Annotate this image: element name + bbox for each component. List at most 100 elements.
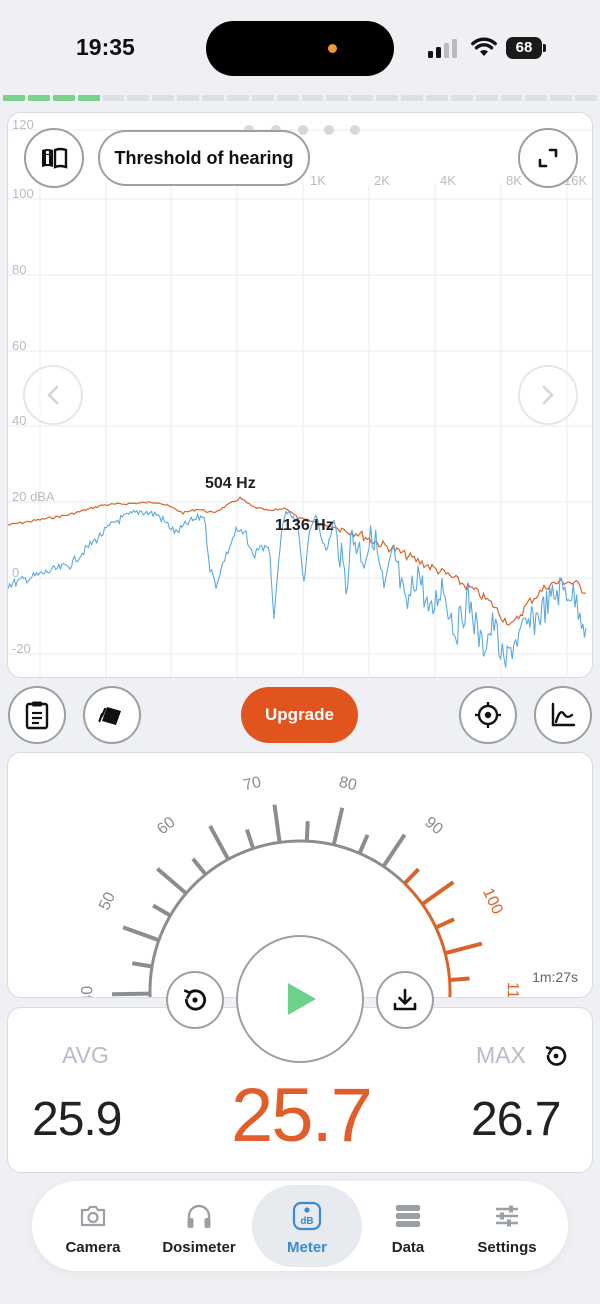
page-dot[interactable] [324,125,334,135]
progress-segment [77,95,100,101]
progress-segment [450,95,473,101]
tab-settings[interactable]: Settings [453,1181,561,1271]
progress-segment [500,95,523,101]
progress-segment [401,95,423,101]
fullscreen-button[interactable] [518,128,578,188]
x-tick-label: 4K [440,173,456,188]
filter-cards-icon [98,707,121,725]
crosshair-icon [475,702,501,728]
progress-segment [575,95,597,101]
dynamic-island [206,21,394,76]
progress-segment [3,95,25,101]
gauge-tick [331,807,345,846]
spectrum-chart-card: 120 100 80 60 40 20 dBA 0 -20 1K 2K 4K 8K 16K 504 Hz 1… [7,112,593,678]
progress-segment [102,95,125,101]
progress-segment [376,95,398,101]
play-icon [288,983,316,1015]
gauge-tick [152,903,172,918]
book-info-icon [42,147,68,169]
clipboard-icon [25,701,49,730]
tab-meter[interactable]: dB Meter [253,1181,361,1271]
gauge-scale-label: 50 [96,890,119,913]
battery-indicator: 68 [506,37,542,59]
previous-page-button[interactable] [23,365,83,425]
progress-segment [425,95,448,101]
reset-max-icon[interactable] [543,1043,569,1069]
reset-icon [183,989,207,1011]
next-page-button[interactable] [518,365,578,425]
headphones-icon [187,1204,211,1228]
tab-label: Camera [65,1239,121,1256]
avg-label: AVG [62,1042,109,1068]
upgrade-button[interactable]: Upgrade [241,687,358,743]
calibrate-target-button[interactable] [459,686,517,744]
gauge-tick [191,857,208,876]
x-tick-label: 2K [374,173,390,188]
gauge-tick [381,833,407,868]
download-button[interactable] [376,971,434,1029]
y-tick-label: -20 [12,641,31,656]
gauge-scale-label: 110 [504,982,521,998]
report-button[interactable] [8,686,66,744]
tab-label: Data [391,1239,425,1256]
progress-segment [226,95,249,101]
gauge-tick [122,925,160,943]
tab-data[interactable]: Data [354,1181,462,1271]
chart-view-button[interactable] [534,686,592,744]
peak-label: 504 Hz [205,475,256,492]
progress-segment [52,95,75,101]
gauge-tick [272,804,282,843]
cellular-signal-icon [428,39,457,58]
bottom-tab-bar: Camera Dosimeter dB Meter Data Settings [32,1181,568,1271]
gauge-tick [444,941,483,956]
progress-segment [127,95,150,101]
recording-progress-bar [3,95,597,101]
y-tick-label: 100 [12,186,34,201]
battery-tip [543,44,546,52]
spectrum-chart: 12010080604020 dBA0-201K 2K 4K 8K 16K504 Hz1… [8,117,592,677]
gauge-scale-label: 80 [337,774,358,795]
camera-icon [80,1205,106,1227]
y-tick-label: 0 [12,565,19,580]
svg-text:dB: dB [300,1216,313,1227]
peak-label: 1136 Hz [275,517,334,534]
x-tick-label: 1K [310,173,326,188]
status-time: 19:35 [76,34,135,60]
gauge-tick [421,880,455,906]
gauge-tick [155,867,188,895]
y-tick-label: 60 [12,338,26,353]
status-bar: 19:35 68 [0,0,600,92]
elapsed-time: 1m:27s [532,969,578,985]
y-tick-label: 80 [12,262,26,277]
page-dot[interactable] [298,125,308,135]
progress-segment [301,95,324,101]
tab-label: Meter [286,1239,327,1256]
progress-segment [152,95,175,101]
gauge-tick [111,991,151,997]
db-meter-icon: dB [292,1201,322,1231]
tab-dosimeter[interactable]: Dosimeter [145,1181,253,1271]
sliders-icon [496,1205,518,1227]
max-value: 26.7 [471,1093,561,1146]
page-dot[interactable] [350,125,360,135]
tab-label: Dosimeter [162,1239,236,1256]
reset-button[interactable] [166,971,224,1029]
progress-segment [475,95,498,101]
progress-segment [351,95,374,101]
progress-segment [550,95,573,101]
gauge-tick [208,824,230,861]
download-icon [393,988,417,1011]
recording-dot [328,44,337,53]
tab-camera[interactable]: Camera [39,1181,147,1271]
gauge-scale-label: 40 [79,986,96,998]
info-book-button[interactable] [24,128,84,188]
tab-label: Settings [477,1239,537,1256]
y-tick-label: 20 dBA [12,489,55,504]
threshold-of-hearing-button[interactable]: Threshold of hearing [98,130,310,186]
play-button[interactable] [236,935,364,1063]
chevron-right-icon [542,385,554,405]
max-label: MAX [476,1042,526,1068]
progress-segment [202,95,224,101]
weighting-filter-button[interactable] [83,686,141,744]
expand-icon [538,148,558,168]
